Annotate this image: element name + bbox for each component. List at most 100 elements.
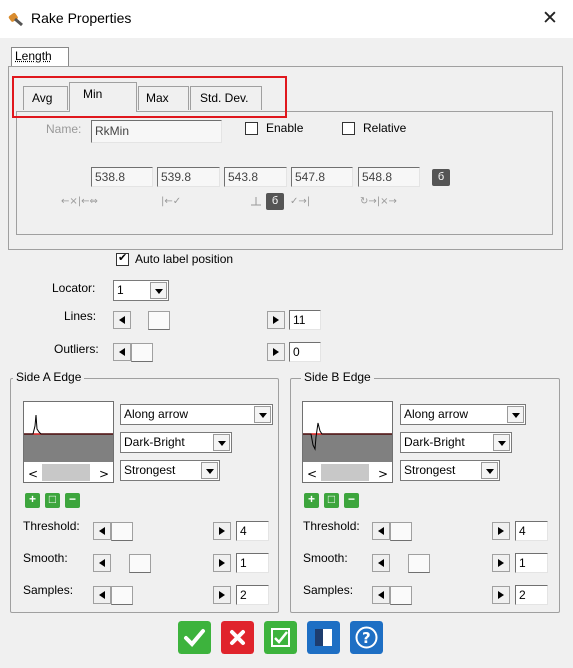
value-field-4[interactable]: 547.8 (291, 167, 353, 187)
locator-value: 1 (117, 283, 124, 297)
auto-label-checkbox[interactable] (116, 251, 129, 266)
zoom-fit-icon[interactable]: □ (324, 493, 339, 508)
zoom-in-icon[interactable]: + (25, 493, 40, 508)
side-a-direction-dropdown[interactable]: Along arrow (120, 404, 273, 425)
svg-text:>: > (99, 467, 109, 481)
chevron-down-icon (150, 282, 167, 299)
lock-icon-2[interactable]: б (266, 193, 284, 210)
scroll-right-icon[interactable] (213, 522, 231, 540)
side-a-selection-value: Strongest (124, 463, 176, 477)
zoom-out-icon[interactable]: − (344, 493, 359, 508)
ok-button[interactable] (178, 621, 211, 654)
scroll-right-icon[interactable] (492, 586, 510, 604)
value-field-5[interactable]: 548.8 (358, 167, 420, 187)
side-b-smooth-slider[interactable] (372, 554, 510, 573)
side-a-smooth-slider[interactable] (93, 554, 231, 573)
scroll-left-icon[interactable] (372, 554, 390, 572)
lines-value[interactable]: 11 (289, 310, 321, 330)
side-b-polarity-value: Dark-Bright (404, 435, 465, 449)
side-a-threshold-slider[interactable] (93, 522, 231, 541)
scroll-left-icon[interactable] (372, 522, 390, 540)
name-label: Name: (46, 122, 82, 136)
slider-thumb[interactable] (408, 554, 430, 573)
help-button[interactable]: ? (350, 621, 383, 654)
scroll-right-icon[interactable] (267, 343, 285, 361)
side-b-selection-dropdown[interactable]: Strongest (400, 460, 500, 481)
name-field[interactable]: RkMin (91, 120, 222, 143)
tab-length[interactable]: Length (11, 47, 69, 66)
side-a-polarity-dropdown[interactable]: Dark-Bright (120, 432, 232, 453)
lock-icon[interactable]: б (432, 169, 450, 186)
side-a-polarity-value: Dark-Bright (124, 435, 185, 449)
svg-text:|←✓: |←✓ (161, 196, 181, 207)
scroll-right-icon[interactable] (213, 586, 231, 604)
slider-thumb[interactable] (111, 586, 133, 605)
scroll-right-icon[interactable] (492, 554, 510, 572)
relative-checkbox[interactable] (342, 122, 355, 135)
svg-text:↻→|×→: ↻→|×→ (360, 196, 397, 207)
slider-thumb[interactable] (129, 554, 151, 573)
outliers-value[interactable]: 0 (289, 342, 321, 362)
cancel-button[interactable] (221, 621, 254, 654)
scroll-right-icon[interactable] (213, 554, 231, 572)
outliers-slider-thumb[interactable] (131, 343, 153, 362)
side-a-smooth-value[interactable]: 1 (236, 553, 269, 573)
svg-text:<: < (307, 467, 317, 481)
slider-thumb[interactable] (390, 522, 412, 541)
side-b-threshold-value[interactable]: 4 (515, 521, 548, 541)
scroll-left-icon[interactable] (113, 311, 131, 329)
scroll-left-icon[interactable] (93, 554, 111, 572)
chevron-down-icon (507, 406, 524, 423)
side-b-edge-profile: < > (302, 401, 393, 483)
side-b-samples-value[interactable]: 2 (515, 585, 548, 605)
lines-slider-thumb[interactable] (148, 311, 170, 330)
scroll-left-icon[interactable] (93, 522, 111, 540)
lock-icon-glyph: б (437, 171, 445, 183)
side-b-samples-slider[interactable] (372, 586, 510, 605)
side-a-threshold-value[interactable]: 4 (236, 521, 269, 541)
enable-label: Enable (266, 121, 304, 135)
tab-highlight-box (12, 76, 287, 118)
side-b-smooth-label: Smooth: (303, 551, 348, 565)
zoom-in-icon[interactable]: + (304, 493, 319, 508)
side-a-smooth-label: Smooth: (23, 551, 68, 565)
scroll-right-icon[interactable] (492, 522, 510, 540)
zoom-out-icon[interactable]: − (65, 493, 80, 508)
panel-toggle-button[interactable] (307, 621, 340, 654)
side-a-samples-value[interactable]: 2 (236, 585, 269, 605)
value-field-1[interactable]: 538.8 (91, 167, 153, 187)
side-b-title: Side B Edge (301, 370, 374, 384)
tab-length-label: Length (15, 49, 52, 63)
chevron-down-icon (201, 462, 218, 479)
close-button[interactable]: ✕ (537, 6, 563, 32)
svg-text:>: > (378, 467, 388, 481)
scroll-left-icon[interactable] (93, 586, 111, 604)
chevron-down-icon (481, 462, 498, 479)
side-b-threshold-slider[interactable] (372, 522, 510, 541)
side-a-selection-dropdown[interactable]: Strongest (120, 460, 220, 481)
enable-checkbox[interactable] (245, 122, 258, 135)
side-b-samples-label: Samples: (303, 583, 354, 597)
apply-button[interactable] (264, 621, 297, 654)
window-title: Rake Properties (31, 10, 132, 26)
side-a-direction-value: Along arrow (124, 407, 189, 421)
zoom-fit-icon[interactable]: □ (45, 493, 60, 508)
auto-label-label: Auto label position (135, 252, 234, 266)
locator-dropdown[interactable]: 1 (113, 280, 169, 301)
side-b-direction-dropdown[interactable]: Along arrow (400, 404, 526, 425)
slider-thumb[interactable] (390, 586, 412, 605)
side-b-polarity-dropdown[interactable]: Dark-Bright (400, 432, 512, 453)
side-b-smooth-value[interactable]: 1 (515, 553, 548, 573)
side-a-edge-profile: < > (23, 401, 114, 483)
scroll-right-icon[interactable] (267, 311, 285, 329)
scroll-left-icon[interactable] (372, 586, 390, 604)
outliers-slider[interactable] (113, 343, 285, 362)
side-a-samples-slider[interactable] (93, 586, 231, 605)
slider-thumb[interactable] (111, 522, 133, 541)
scroll-left-icon[interactable] (113, 343, 131, 361)
value-field-2[interactable]: 539.8 (157, 167, 220, 187)
lines-slider[interactable] (113, 311, 285, 330)
value-field-3[interactable]: 543.8 (224, 167, 287, 187)
lines-label: Lines: (64, 309, 97, 323)
svg-text:←×|←⇔: ←×|←⇔ (61, 196, 98, 207)
